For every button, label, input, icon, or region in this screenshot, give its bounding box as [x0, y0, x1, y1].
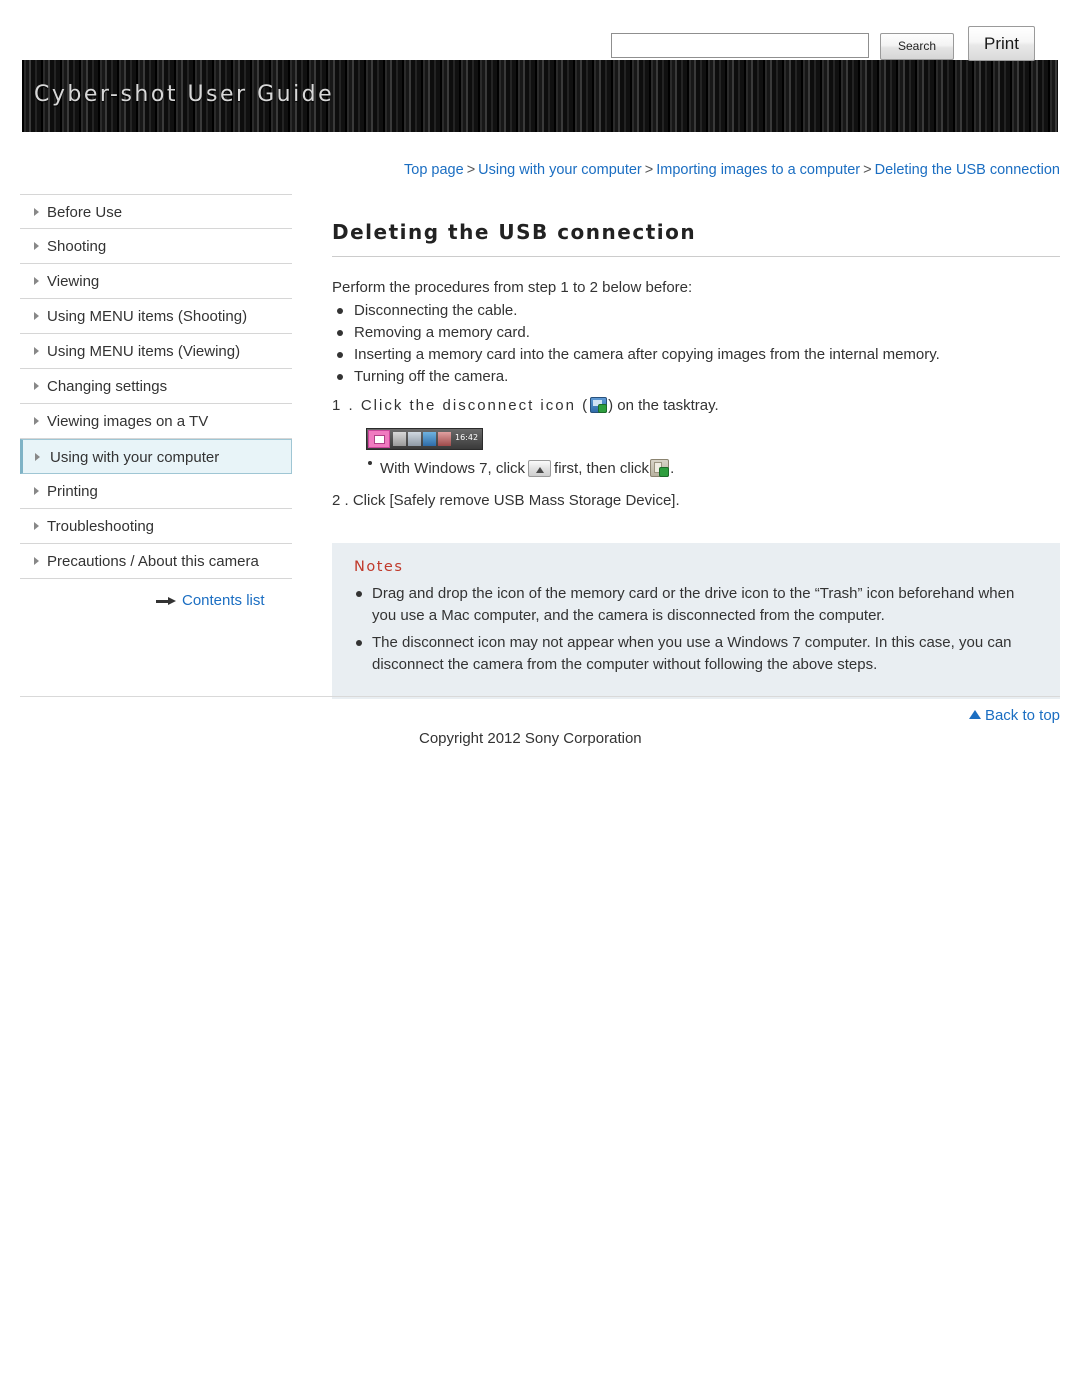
breadcrumb-item-using-with-your-computer[interactable]: Using with your computer: [478, 162, 642, 178]
tasktray-clock: 16:42: [455, 433, 479, 442]
disconnect-icon: [590, 397, 608, 413]
sidebar-item-printing[interactable]: Printing: [20, 474, 292, 509]
arrow-right-icon: [156, 596, 178, 606]
chevron-right-icon: [34, 522, 39, 530]
list-item: Disconnecting the cable.: [332, 300, 1060, 321]
triangle-up-icon: [968, 710, 981, 719]
breadcrumb-item-top-page[interactable]: Top page: [404, 162, 464, 178]
sidebar-item-viewing-images-on-a-tv[interactable]: Viewing images on a TV: [20, 404, 292, 439]
chevron-right-icon: [34, 277, 39, 285]
intro-text: Perform the procedures from step 1 to 2 …: [332, 279, 693, 296]
windows7-subnote: With Windows 7, click first, then click.: [366, 456, 1060, 482]
chevron-right-icon: [34, 417, 39, 425]
subnote-text-before: With Windows 7, click: [380, 460, 526, 477]
chevron-right-icon: [34, 557, 39, 565]
print-button[interactable]: Print: [968, 26, 1035, 61]
subnote-text-after: .: [670, 460, 675, 477]
breadcrumb: Top page > Using with your computer > Import…: [404, 162, 1060, 178]
sidebar-item-label: Viewing images on a TV: [47, 413, 209, 430]
sidebar-item-label: Precautions / About this camera: [47, 553, 259, 570]
breadcrumb-separator: >: [466, 162, 476, 178]
chevron-right-icon: [34, 208, 39, 216]
contents-list-link[interactable]: Contents list: [156, 592, 265, 609]
main-content: Deleting the USB connection Perform the …: [332, 220, 1060, 513]
precondition-list: Disconnecting the cable. Removing a memo…: [332, 300, 1060, 387]
notes-list: Drag and drop the icon of the memory car…: [350, 583, 1042, 676]
list-item: The disconnect icon may not appear when …: [350, 632, 1042, 676]
sidebar-item-label: Troubleshooting: [47, 518, 155, 535]
tasktray-icon-2: [408, 432, 421, 446]
sidebar-item-using-menu-items-shooting[interactable]: Using MENU items (Shooting): [20, 299, 292, 334]
sidebar-item-label: Using with your computer: [50, 449, 220, 466]
search-field-wrapper[interactable]: [611, 33, 869, 58]
safely-remove-hardware-icon: [650, 459, 670, 477]
sidebar-item-label: Using MENU items (Viewing): [47, 343, 241, 360]
step-1-text-after-icon: ) on the tasktray.: [608, 397, 719, 414]
sidebar-item-precautions-about-this-camera[interactable]: Precautions / About this camera: [20, 544, 292, 579]
sidebar-item-shooting[interactable]: Shooting: [20, 229, 292, 264]
sidebar-item-before-use[interactable]: Before Use: [20, 194, 292, 229]
sidebar-item-troubleshooting[interactable]: Troubleshooting: [20, 509, 292, 544]
sidebar-item-label: Before Use: [47, 204, 123, 221]
sidebar-item-label: Viewing: [47, 273, 100, 290]
step-2: 2 . Click [Safely remove USB Mass Storag…: [332, 492, 680, 509]
tasktray-screenshot: 16:42: [366, 428, 483, 450]
breadcrumb-item-deleting-usb-connection[interactable]: Deleting the USB connection: [875, 162, 1060, 178]
tasktray-icon-3: [423, 432, 436, 446]
back-to-top-label: Back to top: [984, 707, 1060, 724]
sidebar-item-using-with-your-computer[interactable]: Using with your computer: [20, 439, 292, 474]
notes-title: Notes: [354, 559, 404, 575]
chevron-right-icon: [34, 382, 39, 390]
show-hidden-icons-icon: [528, 460, 552, 477]
copyright-text: Copyright 2012 Sony Corporation: [419, 730, 642, 747]
chevron-right-icon: [34, 312, 39, 320]
breadcrumb-separator: >: [644, 162, 654, 178]
chevron-right-icon: [35, 453, 40, 461]
step-1-text-before-icon: 1 . Click the disconnect icon (: [332, 397, 590, 414]
list-item: Inserting a memory card into the camera …: [332, 344, 1060, 365]
sidebar-item-label: Shooting: [47, 238, 107, 255]
list-item: Turning off the camera.: [332, 366, 1060, 387]
chevron-right-icon: [34, 242, 39, 250]
chevron-right-icon: [34, 487, 39, 495]
tasktray-icon-4: [438, 432, 451, 446]
back-to-top-link[interactable]: Back to top: [968, 707, 1060, 724]
notes-box: Notes Drag and drop the icon of the memo…: [332, 543, 1060, 699]
search-input[interactable]: [612, 34, 868, 57]
site-title: Cyber-shot User Guide: [34, 82, 335, 107]
contents-list-label: Contents list: [182, 592, 265, 609]
tasktray-icon-1: [393, 432, 406, 446]
sidebar-item-label: Changing settings: [47, 378, 168, 395]
step-1: 1 . Click the disconnect icon ( ) on the …: [332, 394, 1060, 418]
chevron-right-icon: [34, 347, 39, 355]
sidebar-item-label: Using MENU items (Shooting): [47, 308, 248, 325]
sidebar-item-label: Printing: [47, 483, 98, 500]
subnote-text-middle: first, then click: [554, 460, 650, 477]
sidebar-item-using-menu-items-viewing[interactable]: Using MENU items (Viewing): [20, 334, 292, 369]
search-button[interactable]: Search: [880, 33, 954, 60]
list-item: Removing a memory card.: [332, 322, 1060, 343]
breadcrumb-item-importing-images[interactable]: Importing images to a computer: [656, 162, 860, 178]
footer-divider: [20, 696, 1060, 697]
breadcrumb-separator: >: [863, 162, 872, 178]
sidebar-item-changing-settings[interactable]: Changing settings: [20, 369, 292, 404]
page-title: Deleting the USB connection: [332, 220, 1060, 257]
list-item: Drag and drop the icon of the memory car…: [350, 583, 1042, 627]
site-header: Cyber-shot User Guide: [22, 60, 1058, 132]
sidebar-item-viewing[interactable]: Viewing: [20, 264, 292, 299]
tasktray-pink-icon: [368, 430, 390, 448]
sidebar-nav: Before Use Shooting Viewing Using MENU i…: [20, 194, 292, 579]
